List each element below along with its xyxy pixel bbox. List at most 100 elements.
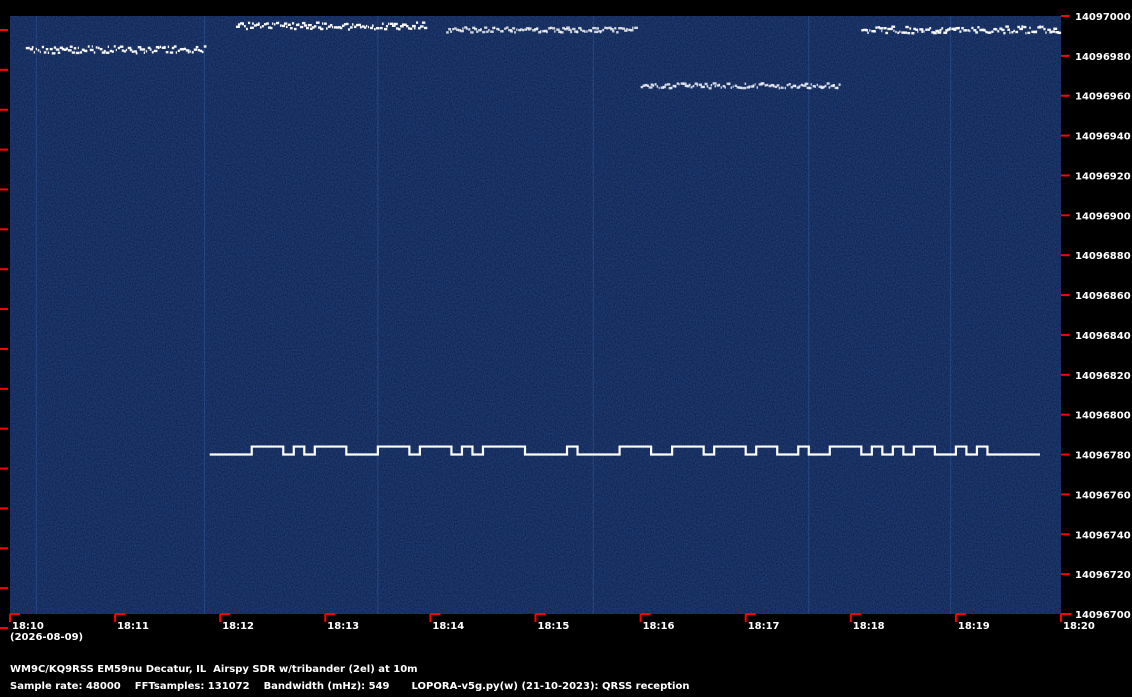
x-tick-label: 18:19 bbox=[958, 621, 990, 632]
signal-pixel bbox=[514, 31, 516, 34]
y-tick-label: 14096980 bbox=[1075, 52, 1131, 63]
y-tick-label: 14097000 bbox=[1075, 12, 1131, 23]
signal-pixel bbox=[570, 30, 573, 34]
signal-pixel bbox=[1025, 31, 1027, 35]
signal-pixel bbox=[319, 27, 324, 31]
signal-pixel bbox=[1013, 29, 1015, 33]
signal-pixel bbox=[448, 28, 452, 31]
signal-pixel bbox=[967, 29, 970, 32]
signal-pixel bbox=[600, 31, 602, 34]
signal-pixel bbox=[123, 50, 126, 53]
signal-pixel bbox=[987, 31, 992, 34]
signal-pixel bbox=[401, 23, 405, 26]
signal-pixel bbox=[670, 86, 673, 90]
signal-pixel bbox=[351, 23, 354, 26]
signal-pixel bbox=[586, 30, 588, 33]
signal-pixel bbox=[975, 31, 979, 34]
x-tick-label: 18:11 bbox=[117, 621, 149, 632]
signal-pixel bbox=[648, 86, 653, 89]
signal-pixel bbox=[744, 82, 747, 86]
signal-pixel bbox=[1057, 31, 1062, 35]
signal-pixel bbox=[117, 46, 121, 50]
signal-pixel bbox=[620, 27, 623, 30]
signal-pixel bbox=[873, 30, 876, 33]
signal-pixel bbox=[506, 26, 509, 29]
signal-pixel bbox=[325, 27, 328, 30]
signal-pixel bbox=[235, 25, 240, 29]
signal-pixel bbox=[269, 26, 273, 30]
y-tick-label: 14096840 bbox=[1075, 331, 1131, 342]
signal-pixel bbox=[347, 28, 350, 31]
signal-pixel bbox=[810, 83, 812, 86]
signal-pixel bbox=[610, 28, 614, 31]
signal-pixel bbox=[824, 84, 827, 88]
signal-pixel bbox=[462, 27, 464, 30]
signal-pixel bbox=[277, 21, 280, 25]
signal-pixel bbox=[554, 30, 556, 33]
signal-pixel bbox=[504, 27, 507, 30]
signal-pixel bbox=[907, 31, 911, 35]
signal-pixel bbox=[1047, 28, 1051, 32]
signal-pixel bbox=[363, 26, 367, 29]
signal-pixel bbox=[937, 31, 942, 34]
signal-pixel bbox=[289, 26, 293, 30]
signal-pixel bbox=[41, 45, 45, 49]
signal-pixel bbox=[299, 25, 304, 29]
signal-pixel bbox=[941, 27, 944, 30]
signal-pixel bbox=[1015, 30, 1019, 34]
signal-pixel bbox=[1021, 25, 1024, 28]
signal-pixel bbox=[592, 26, 596, 30]
signal-pixel bbox=[71, 51, 75, 54]
y-tick-label: 14096740 bbox=[1075, 530, 1131, 541]
signal-pixel bbox=[528, 28, 531, 31]
signal-pixel bbox=[321, 22, 324, 25]
signal-pixel bbox=[375, 27, 380, 30]
signal-pixel bbox=[55, 48, 60, 51]
signal-pixel bbox=[488, 29, 490, 32]
signal-pixel bbox=[139, 48, 142, 51]
signal-pixel bbox=[291, 22, 295, 25]
signal-pixel bbox=[259, 26, 262, 29]
signal-pixel bbox=[826, 82, 830, 85]
signal-pixel bbox=[1041, 25, 1044, 29]
signal-pixel bbox=[604, 26, 607, 30]
signal-pixel bbox=[297, 23, 300, 26]
signal-pixel bbox=[476, 30, 479, 33]
signal-pixel bbox=[201, 50, 204, 54]
signal-pixel bbox=[676, 82, 679, 85]
signal-pixel bbox=[27, 46, 30, 50]
x-tick-label: 18:10 bbox=[12, 621, 44, 632]
signal-pixel bbox=[969, 29, 971, 33]
signal-pixel bbox=[287, 23, 291, 26]
signal-pixel bbox=[895, 30, 897, 34]
signal-pixel bbox=[634, 26, 638, 30]
bandwidth: Bandwidth (mHz): 549 bbox=[263, 681, 390, 692]
signal-pixel bbox=[423, 26, 428, 30]
x-tick-label: 18:18 bbox=[853, 621, 885, 632]
signal-pixel bbox=[241, 22, 244, 26]
signal-pixel bbox=[482, 30, 486, 34]
plot-noise bbox=[10, 16, 1061, 614]
signal-pixel bbox=[730, 86, 733, 89]
signal-pixel bbox=[494, 26, 496, 29]
station-info: WM9C/KQ9RSS EM59nu Decatur, IL Airspy SD… bbox=[10, 664, 418, 675]
signal-pixel bbox=[163, 45, 166, 49]
signal-pixel bbox=[373, 28, 376, 31]
signal-pixel bbox=[67, 49, 72, 52]
signal-pixel bbox=[285, 25, 288, 29]
signal-pixel bbox=[762, 82, 765, 85]
signal-pixel bbox=[606, 27, 609, 30]
signal-pixel bbox=[666, 83, 671, 86]
signal-pixel bbox=[145, 50, 148, 53]
signal-pixel bbox=[159, 45, 162, 49]
signal-pixel bbox=[678, 83, 680, 86]
signal-pixel bbox=[85, 49, 88, 53]
signal-pixel bbox=[103, 49, 106, 53]
signal-pixel bbox=[552, 27, 556, 30]
signal-pixel bbox=[949, 26, 951, 30]
signal-pixel bbox=[933, 31, 937, 35]
signal-pixel bbox=[720, 86, 722, 89]
signal-pixel bbox=[584, 30, 586, 33]
signal-pixel bbox=[1051, 30, 1056, 33]
signal-pixel bbox=[867, 31, 869, 34]
